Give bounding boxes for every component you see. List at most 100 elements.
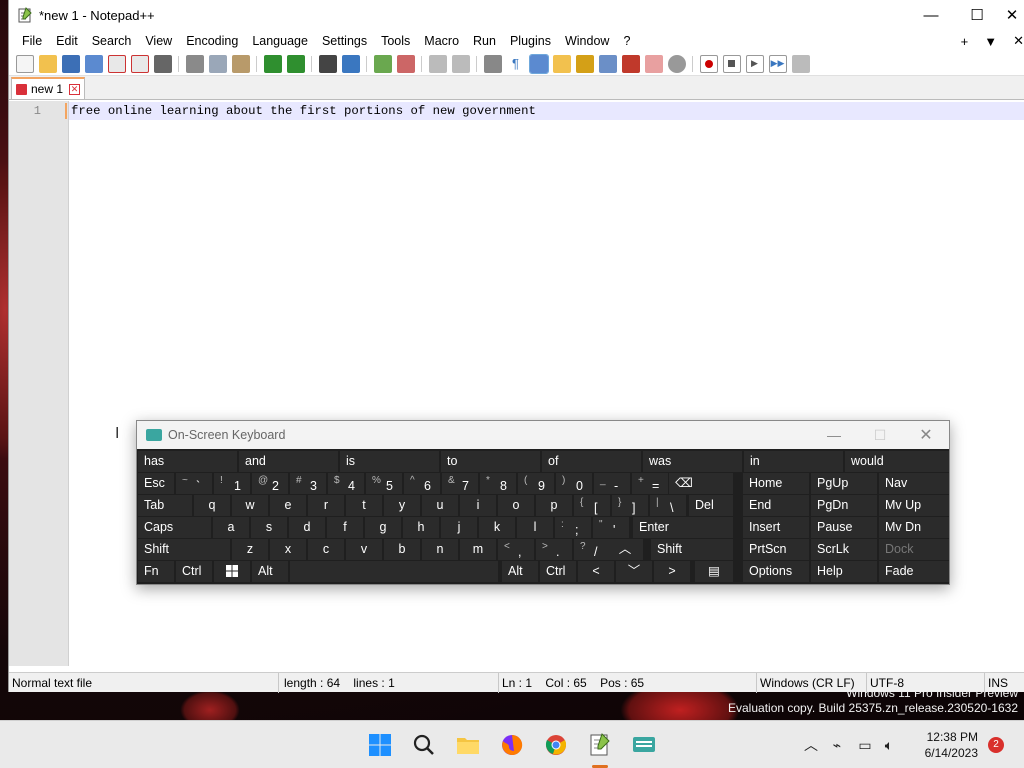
scrlk-key[interactable]: ScrLk (811, 539, 877, 560)
status-encoding[interactable]: UTF-8 (867, 672, 985, 693)
symbol-key[interactable]: $4 (328, 473, 364, 494)
options-key[interactable]: Options (743, 561, 809, 582)
menu-edit[interactable]: Edit (49, 30, 85, 52)
symbol-key[interactable]: ~ ` (176, 473, 212, 494)
save-macro-icon[interactable] (791, 54, 810, 73)
letter-key[interactable]: i (460, 495, 496, 516)
symbol-key[interactable]: >. (536, 539, 572, 560)
notepadpp-taskbar-icon[interactable] (588, 733, 612, 757)
start-windows-icon[interactable] (368, 733, 392, 757)
network-disconnected-icon[interactable]: ⌁ (822, 737, 852, 754)
letter-key[interactable]: b (384, 539, 420, 560)
end-key[interactable]: End (743, 495, 809, 516)
shift-left-key[interactable]: Shift (138, 539, 230, 560)
document-map-icon[interactable] (575, 54, 594, 73)
menu-file[interactable]: File (15, 30, 49, 52)
letter-key[interactable]: n (422, 539, 458, 560)
arrow-down-key[interactable]: ﹀ (616, 561, 652, 582)
prediction-key[interactable]: has (138, 451, 237, 472)
document-list-icon[interactable] (598, 54, 617, 73)
symbol-key[interactable]: ^ 6 (404, 473, 440, 494)
osk-close-button[interactable]: ✕ (903, 425, 949, 445)
search-icon[interactable] (412, 733, 436, 757)
prediction-key[interactable]: is (340, 451, 439, 472)
symbol-key[interactable]: #3 (290, 473, 326, 494)
paste-icon[interactable] (231, 54, 250, 73)
open-file-icon[interactable] (38, 54, 57, 73)
firefox-icon[interactable] (500, 733, 524, 757)
caps-key[interactable]: Caps (138, 517, 211, 538)
letter-key[interactable]: c (308, 539, 344, 560)
insert-key[interactable]: Insert (743, 517, 809, 538)
fade-key[interactable]: Fade (879, 561, 949, 582)
ctrl-right-key[interactable]: Ctrl (540, 561, 576, 582)
file-explorer-icon[interactable] (456, 733, 480, 757)
letter-key[interactable]: e (270, 495, 306, 516)
menu-search[interactable]: Search (85, 30, 139, 52)
run-macro-multiple-icon[interactable]: ▶▶ (768, 54, 787, 73)
symbol-key[interactable]: {[ (574, 495, 610, 516)
tab-key[interactable]: Tab (138, 495, 192, 516)
backspace-key[interactable]: ⌫ (669, 473, 733, 494)
save-all-icon[interactable] (84, 54, 103, 73)
esc-key[interactable]: Esc (138, 473, 174, 494)
letter-key[interactable]: t (346, 495, 382, 516)
letter-key[interactable]: g (365, 517, 401, 538)
save-icon[interactable] (61, 54, 80, 73)
stop-macro-icon[interactable] (722, 54, 741, 73)
symbol-key[interactable]: % 5 (366, 473, 402, 494)
tab-new-1[interactable]: new 1 ✕ (11, 77, 86, 99)
symbol-key[interactable]: ) 0 (556, 473, 592, 494)
symbol-key[interactable]: ! 1 (214, 473, 250, 494)
ctrl-left-key[interactable]: Ctrl (176, 561, 212, 582)
chrome-icon[interactable] (544, 733, 568, 757)
nav-key[interactable]: Nav (879, 473, 949, 494)
symbol-key[interactable]: + = (632, 473, 668, 494)
symbol-key[interactable]: :; (555, 517, 591, 538)
arrow-right-key[interactable]: > (654, 561, 690, 582)
menu-run[interactable]: Run (466, 30, 503, 52)
user-language-icon[interactable] (552, 54, 571, 73)
arrow-up-key[interactable]: ︿ (607, 539, 643, 560)
function-list-icon[interactable] (621, 54, 640, 73)
symbol-key[interactable]: (9 (518, 473, 554, 494)
replace-icon[interactable] (341, 54, 360, 73)
pgdn-key[interactable]: PgDn (811, 495, 877, 516)
pgup-key[interactable]: PgUp (811, 473, 877, 494)
letter-key[interactable]: u (422, 495, 458, 516)
status-eol[interactable]: Windows (CR LF) (757, 672, 867, 693)
letter-key[interactable]: m (460, 539, 496, 560)
editor-line-text[interactable]: free online learning about the first por… (71, 104, 536, 118)
space-key[interactable] (290, 561, 498, 582)
mvup-key[interactable]: Mv Up (879, 495, 949, 516)
play-macro-icon[interactable]: ▶ (745, 54, 764, 73)
menu-macro[interactable]: Macro (417, 30, 466, 52)
menu-tools[interactable]: Tools (374, 30, 417, 52)
letter-key[interactable]: x (270, 539, 306, 560)
new-file-icon[interactable] (15, 54, 34, 73)
display-icon[interactable]: ▭ (852, 737, 878, 754)
new-tab-plus-icon[interactable]: + (953, 34, 977, 49)
menu-window[interactable]: Window (558, 30, 616, 52)
letter-key[interactable]: h (403, 517, 439, 538)
close-file-icon[interactable] (107, 54, 126, 73)
alt-right-key[interactable]: Alt (502, 561, 538, 582)
symbol-key[interactable]: & 7 (442, 473, 478, 494)
letter-key[interactable]: v (346, 539, 382, 560)
enter-key[interactable]: Enter (633, 517, 733, 538)
minimize-button[interactable]: — (908, 0, 954, 30)
monitoring-icon[interactable] (667, 54, 686, 73)
arrow-left-key[interactable]: < (578, 561, 614, 582)
prediction-key[interactable]: and (239, 451, 338, 472)
redo-icon[interactable] (286, 54, 305, 73)
show-all-chars-icon[interactable]: ¶ (507, 55, 525, 73)
sync-horizontal-icon[interactable] (451, 54, 470, 73)
del-key[interactable]: Del (689, 495, 733, 516)
on-screen-keyboard-taskbar-icon[interactable] (632, 733, 656, 757)
symbol-key[interactable]: * 8 (480, 473, 516, 494)
chevron-up-icon[interactable]: ︿ (800, 735, 822, 755)
shift-right-key[interactable]: Shift (651, 539, 733, 560)
menu-plugins[interactable]: Plugins (503, 30, 558, 52)
symbol-key[interactable]: " ' (593, 517, 629, 538)
letter-key[interactable]: l (517, 517, 553, 538)
